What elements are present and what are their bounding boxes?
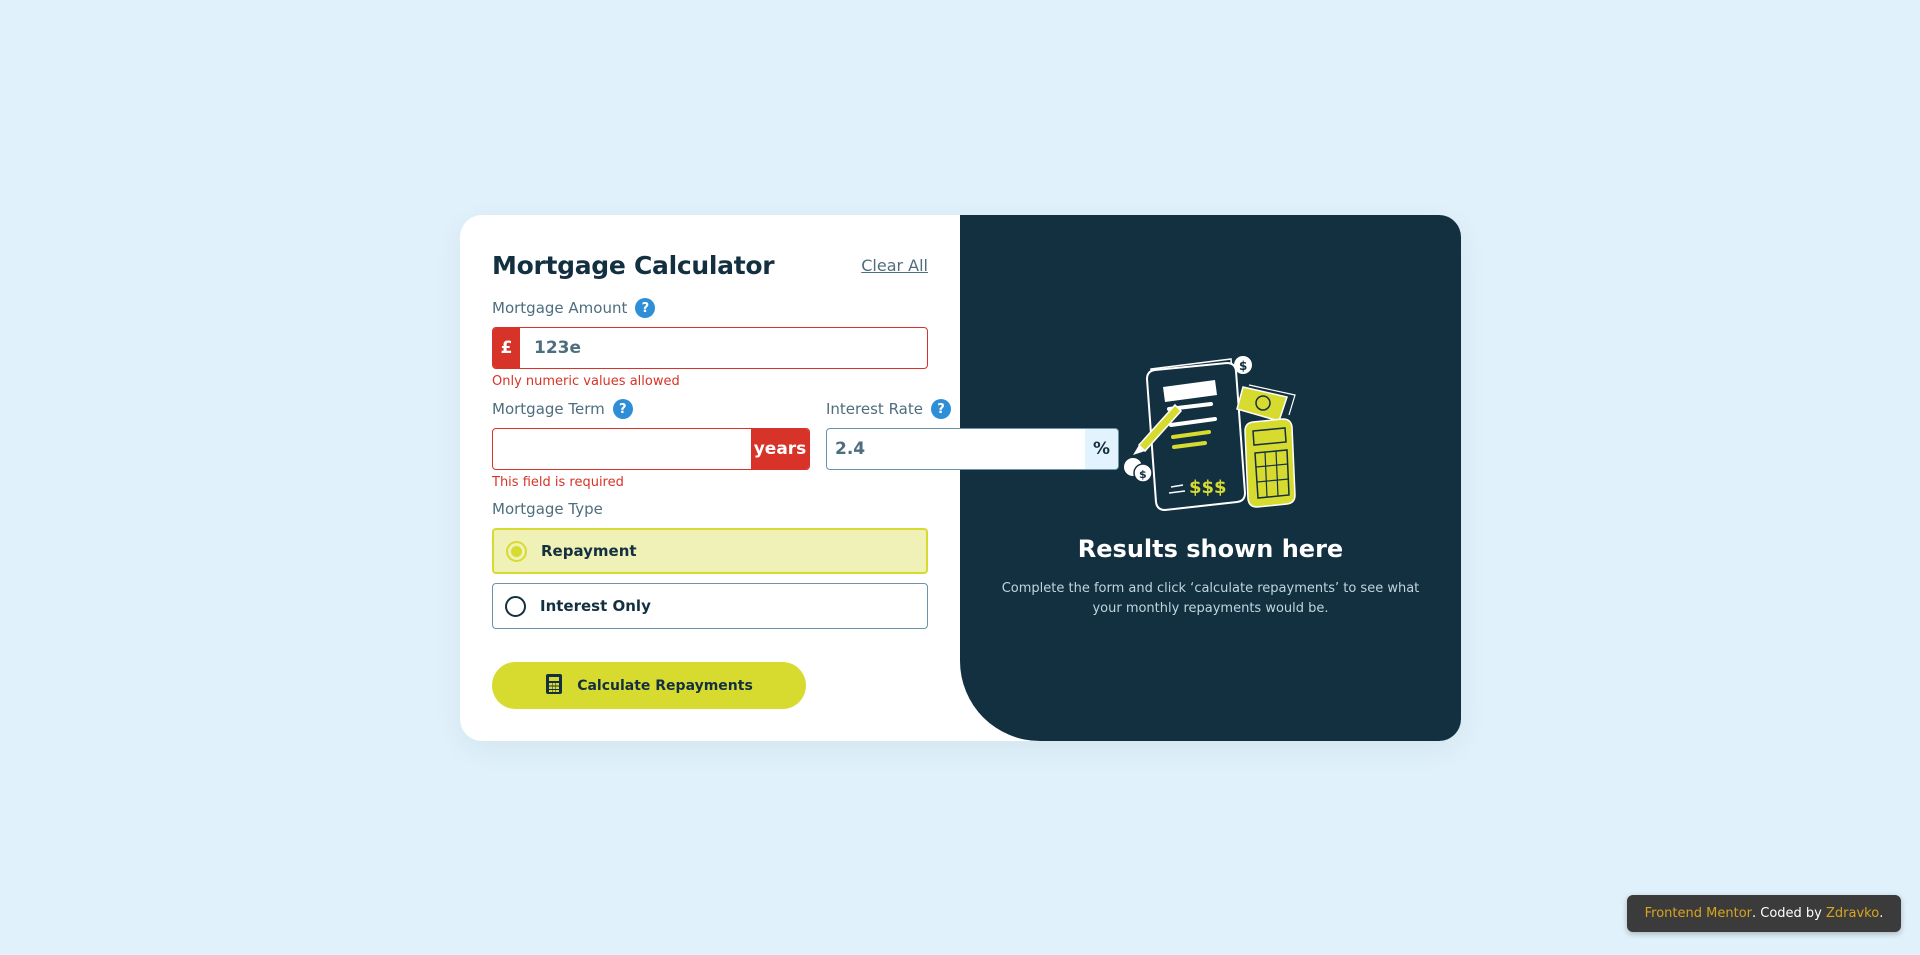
radio-repayment-label: Repayment — [541, 542, 637, 560]
svg-text:$$$: $$$ — [1189, 477, 1227, 498]
svg-text:$: $ — [1139, 468, 1147, 481]
rate-label-row: Interest Rate ? — [826, 398, 1119, 420]
years-suffix: years — [751, 429, 809, 469]
rate-group: Interest Rate ? % — [826, 398, 1119, 493]
type-label: Mortgage Type — [492, 500, 603, 518]
clear-all-link[interactable]: Clear All — [861, 256, 928, 275]
attribution-middle-text: . Coded by — [1752, 906, 1827, 921]
term-rate-row: Mortgage Term ? years This field is requ… — [492, 398, 1119, 493]
results-description: Complete the form and click ‘calculate r… — [1001, 581, 1420, 616]
results-title: Results shown here — [1077, 535, 1344, 563]
attribution-badge: Frontend Mentor . Coded by Zdravko . — [1627, 895, 1901, 932]
amount-error-message: Only numeric values allowed — [492, 374, 680, 389]
term-help-icon[interactable]: ? — [612, 399, 633, 419]
radio-repayment[interactable]: Repayment — [492, 528, 928, 574]
rate-help-icon[interactable]: ? — [930, 399, 951, 419]
radio-unselected-icon — [505, 595, 526, 617]
frontend-mentor-link[interactable]: Frontend Mentor — [1645, 906, 1752, 921]
form-header: Mortgage Calculator Clear All — [492, 249, 928, 281]
svg-text:$: $ — [1239, 359, 1247, 373]
term-group: Mortgage Term ? years This field is requ… — [492, 398, 810, 493]
pound-prefix: £ — [493, 328, 520, 368]
amount-input[interactable] — [520, 328, 927, 368]
radio-interest-only[interactable]: Interest Only — [492, 583, 928, 629]
term-field: years — [492, 428, 810, 470]
calculator-icon — [545, 673, 563, 698]
term-label-row: Mortgage Term ? — [492, 398, 810, 420]
term-label: Mortgage Term — [492, 400, 605, 418]
amount-label-row: Mortgage Amount ? — [492, 297, 928, 319]
term-input[interactable] — [493, 429, 751, 469]
calculator-card: Mortgage Calculator Clear All Mortgage A… — [460, 215, 1461, 741]
amount-group: Mortgage Amount ? £ Only numeric values … — [492, 297, 928, 392]
rate-field: % — [826, 428, 1119, 470]
attribution-end-text: . — [1879, 906, 1884, 921]
empty-results-illustration: $$$ $ $ — [1119, 345, 1303, 521]
author-link[interactable]: Zdravko — [1826, 906, 1879, 921]
term-error-message: This field is required — [492, 475, 624, 490]
radio-interest-only-label: Interest Only — [540, 597, 651, 615]
amount-help-icon[interactable]: ? — [635, 298, 656, 318]
radio-selected-icon — [506, 540, 527, 562]
amount-label: Mortgage Amount — [492, 299, 628, 317]
rate-input[interactable] — [827, 429, 1085, 469]
percent-suffix: % — [1085, 429, 1118, 469]
amount-field: £ — [492, 327, 928, 369]
page-title: Mortgage Calculator — [492, 250, 775, 280]
rate-label: Interest Rate — [826, 400, 923, 418]
calculate-button-label: Calculate Repayments — [577, 677, 753, 694]
type-group: Mortgage Type Repayment Interest Only — [492, 498, 928, 629]
type-label-row: Mortgage Type — [492, 498, 928, 520]
form-panel: Mortgage Calculator Clear All Mortgage A… — [460, 215, 1119, 741]
calculate-repayments-button[interactable]: Calculate Repayments — [492, 662, 806, 709]
